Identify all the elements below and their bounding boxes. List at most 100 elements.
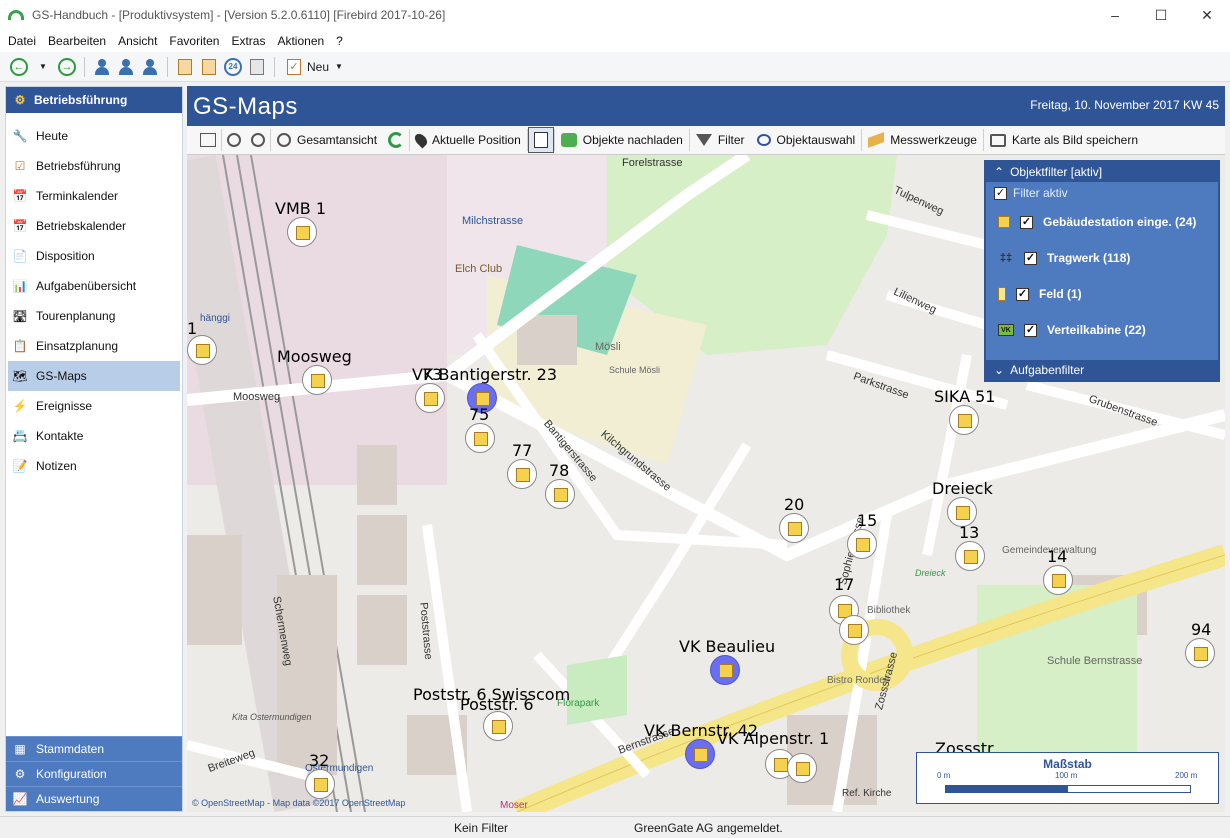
filter-item-gebaeudestation[interactable]: ✓ Gebäudestation einge. (24) xyxy=(986,204,1218,240)
refresh-button[interactable] xyxy=(383,127,409,153)
object-label[interactable]: 73 xyxy=(422,365,442,384)
maximize-button[interactable]: ☐ xyxy=(1138,0,1184,30)
object-label[interactable]: 32 xyxy=(309,751,329,770)
pylon-marker[interactable] xyxy=(955,541,985,571)
menu-aktionen[interactable]: Aktionen xyxy=(271,34,330,48)
filter-item-verteilkabine[interactable]: VK ✓ Verteilkabine (22) xyxy=(986,312,1218,348)
building-station-marker[interactable] xyxy=(302,365,332,395)
filter-checkbox[interactable]: ✓ xyxy=(1024,323,1037,337)
task-filter-header[interactable]: ⌄ Aufgabenfilter xyxy=(986,360,1218,380)
sidebar-item-disposition[interactable]: 📄 Disposition xyxy=(6,241,182,271)
building-station-marker[interactable] xyxy=(483,711,513,741)
back-button[interactable]: ← xyxy=(8,55,30,79)
menu-extras[interactable]: Extras xyxy=(225,34,271,48)
object-label[interactable]: 77 xyxy=(512,441,532,460)
object-label[interactable]: 20 xyxy=(784,495,804,514)
menu-help[interactable]: ? xyxy=(330,34,349,48)
overview-button[interactable]: Gesamtansicht xyxy=(271,127,383,153)
close-button[interactable]: ✕ xyxy=(1184,0,1230,30)
object-label[interactable]: 15 xyxy=(857,511,877,530)
sidebar-item-betriebsfuehrung[interactable]: ☑ Betriebsführung xyxy=(6,151,182,181)
pylon-marker[interactable] xyxy=(545,479,575,509)
pylon-marker[interactable] xyxy=(949,405,979,435)
object-label[interactable]: 17 xyxy=(834,575,854,594)
pylon-marker[interactable] xyxy=(305,769,335,799)
object-selection-button[interactable]: Objektauswahl xyxy=(751,127,862,153)
pylon-marker[interactable] xyxy=(507,459,537,489)
building-station-marker[interactable] xyxy=(287,217,317,247)
filter-button[interactable]: Filter xyxy=(690,127,751,153)
sidebar-bottom-sections: ▦ Stammdaten ⚙ Konfiguration 📈 Auswertung xyxy=(6,736,182,811)
reload-objects-button[interactable]: Objekte nachladen xyxy=(555,127,689,153)
sidebar-item-terminkalender[interactable]: 📅 Terminkalender xyxy=(6,181,182,211)
object-label[interactable]: Moosweg xyxy=(277,347,352,366)
filter-item-tragwerk[interactable]: ‡‡ ✓ Tragwerk (118) xyxy=(986,240,1218,276)
filter-item-feld[interactable]: ✓ Feld (1) xyxy=(986,276,1218,312)
pylon-marker[interactable] xyxy=(847,529,877,559)
search-doc-button[interactable] xyxy=(174,55,196,79)
object-label[interactable]: 75 xyxy=(469,405,489,424)
map-view-button[interactable] xyxy=(195,127,221,153)
measure-tools-button[interactable]: Messwerkzeuge xyxy=(862,127,983,153)
pylon-marker[interactable] xyxy=(1043,565,1073,595)
pylon-marker[interactable] xyxy=(415,383,445,413)
user-settings-button[interactable] xyxy=(91,55,113,79)
sidebar-item-gs-maps[interactable]: 🗺 GS-Maps xyxy=(8,361,180,391)
vk-cabinet-marker[interactable] xyxy=(685,739,715,769)
current-position-button[interactable]: Aktuelle Position xyxy=(410,127,527,153)
filter-checkbox[interactable]: ✓ xyxy=(1024,251,1037,265)
pylon-marker[interactable] xyxy=(187,335,217,365)
pylon-marker[interactable] xyxy=(787,753,817,783)
pylon-marker[interactable] xyxy=(465,423,495,453)
sidebar-item-ereignisse[interactable]: ⚡ Ereignisse xyxy=(6,391,182,421)
zoom-in-button[interactable] xyxy=(222,127,246,153)
sidebar-item-kontakte[interactable]: 📇 Kontakte xyxy=(6,421,182,451)
layer-toggle-button[interactable] xyxy=(527,127,554,153)
object-label[interactable]: 13 xyxy=(959,523,979,542)
vk-cabinet-marker[interactable] xyxy=(710,655,740,685)
sidebar-item-heute[interactable]: 🔧 Heute xyxy=(6,121,182,151)
sidebar-item-notizen[interactable]: 📝 Notizen xyxy=(6,451,182,481)
object-label[interactable]: VMB 1 xyxy=(275,199,326,218)
sidebar-item-tourenplanung[interactable]: 🛣 Tourenplanung xyxy=(6,301,182,331)
object-label[interactable]: 94 xyxy=(1191,620,1211,639)
alert-doc-button[interactable] xyxy=(198,55,220,79)
pylon-marker[interactable] xyxy=(779,513,809,543)
pylon-marker[interactable] xyxy=(1185,638,1215,668)
filter-checkbox[interactable]: ✓ xyxy=(1016,287,1029,301)
sidebar-section-stammdaten[interactable]: ▦ Stammdaten xyxy=(6,736,182,761)
new-button[interactable]: ✓ Neu ▼ xyxy=(281,58,349,75)
object-label[interactable]: SIKA 51 xyxy=(934,387,995,406)
overview-icon xyxy=(277,133,291,147)
back-dropdown-button[interactable]: ▼ xyxy=(32,55,54,79)
sidebar-item-aufgabenuebersicht[interactable]: 📊 Aufgabenübersicht xyxy=(6,271,182,301)
sidebar-section-konfiguration[interactable]: ⚙ Konfiguration xyxy=(6,761,182,786)
filter-checkbox[interactable]: ✓ xyxy=(1020,215,1033,229)
object-label[interactable]: 14 xyxy=(1047,547,1067,566)
map-attribution[interactable]: © OpenStreetMap - Map data ©2017 OpenStr… xyxy=(192,798,405,808)
filter-active-checkbox[interactable]: ✓ xyxy=(994,186,1007,200)
save-map-image-button[interactable]: Karte als Bild speichern xyxy=(984,127,1144,153)
minimize-button[interactable]: – xyxy=(1092,0,1138,30)
sidebar-item-betriebskalender[interactable]: 📅 Betriebskalender xyxy=(6,211,182,241)
filter-active-row[interactable]: ✓ Filter aktiv xyxy=(986,182,1218,204)
calendar-icon: 📅 xyxy=(12,219,28,233)
sidebar-section-auswertung[interactable]: 📈 Auswertung xyxy=(6,786,182,811)
object-filter-header[interactable]: ⌃ Objektfilter [aktiv] xyxy=(986,162,1218,182)
messages-button[interactable] xyxy=(246,55,268,79)
menu-favoriten[interactable]: Favoriten xyxy=(163,34,225,48)
pylon-marker[interactable] xyxy=(839,615,869,645)
object-label[interactable]: 78 xyxy=(549,461,569,480)
sidebar-item-einsatzplanung[interactable]: 📋 Einsatzplanung xyxy=(6,331,182,361)
object-label[interactable]: VK Alpenstr. 1 xyxy=(717,729,829,748)
menu-bearbeiten[interactable]: Bearbeiten xyxy=(42,34,112,48)
clock-button[interactable]: 24 xyxy=(222,55,244,79)
object-label[interactable]: Dreieck xyxy=(932,479,993,498)
forward-button[interactable]: → xyxy=(56,55,78,79)
zoom-out-button[interactable] xyxy=(246,127,270,153)
menu-datei[interactable]: Datei xyxy=(2,34,42,48)
object-label[interactable]: VK Beaulieu xyxy=(679,637,775,656)
user-info-button[interactable] xyxy=(139,55,161,79)
menu-ansicht[interactable]: Ansicht xyxy=(112,34,163,48)
user-remove-button[interactable] xyxy=(115,55,137,79)
